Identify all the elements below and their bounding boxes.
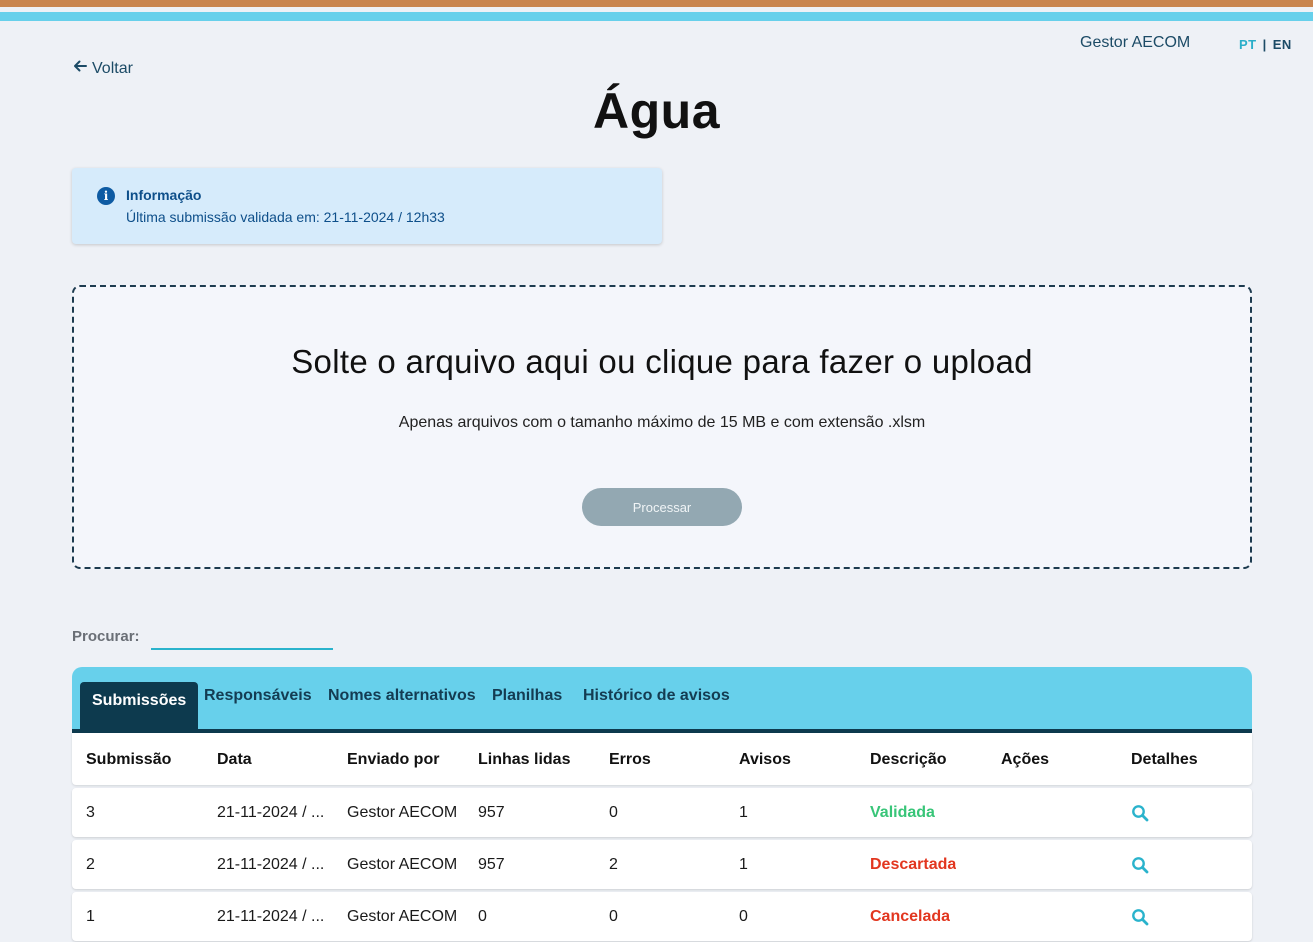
table-row[interactable]: 1 21-11-2024 / ... Gestor AECOM 0 0 0 Ca… <box>72 892 1252 941</box>
cell-date: 21-11-2024 / ... <box>217 804 325 821</box>
cell-date: 21-11-2024 / ... <box>217 856 325 873</box>
user-name[interactable]: Gestor AECOM <box>1080 34 1190 52</box>
search-icon[interactable] <box>1131 804 1149 822</box>
upload-subtitle: Apenas arquivos com o tamanho máximo de … <box>398 414 926 431</box>
cell-sent-by: Gestor AECOM <box>347 856 458 873</box>
tabs-bar: Submissões Responsáveis Nomes alternativ… <box>72 667 1252 733</box>
cell-lines: 0 <box>478 908 487 925</box>
cell-date: 21-11-2024 / ... <box>217 908 325 925</box>
cell-lines: 957 <box>478 804 505 821</box>
lang-separator: | <box>1262 37 1267 52</box>
cell-warnings: 1 <box>739 856 748 873</box>
search-label: Procurar: <box>72 628 140 645</box>
cell-description: Validada <box>870 804 935 821</box>
process-button[interactable]: Processar <box>582 488 742 526</box>
search-icon[interactable] <box>1131 856 1149 874</box>
table-row[interactable]: 3 21-11-2024 / ... Gestor AECOM 957 0 1 … <box>72 788 1252 837</box>
cell-description: Cancelada <box>870 908 951 925</box>
info-title: Informação <box>126 187 202 203</box>
tab-historico-avisos[interactable]: Histórico de avisos <box>583 687 730 705</box>
top-stripe-orange <box>0 0 1313 7</box>
col-header-erros: Erros <box>609 751 651 768</box>
tab-planilhas[interactable]: Planilhas <box>492 687 562 705</box>
table-row[interactable]: 2 21-11-2024 / ... Gestor AECOM 957 2 1 … <box>72 840 1252 889</box>
cell-errors: 0 <box>609 908 618 925</box>
table-header: Submissão Data Enviado por Linhas lidas … <box>72 733 1252 785</box>
col-header-descricao: Descrição <box>870 751 947 768</box>
cell-warnings: 1 <box>739 804 748 821</box>
info-icon: i <box>97 187 115 205</box>
upload-title: Solte o arquivo aqui ou clique para faze… <box>291 343 1033 380</box>
col-header-linhas-lidas: Linhas lidas <box>478 751 571 768</box>
lang-en-link[interactable]: EN <box>1273 37 1292 52</box>
col-header-enviado-por: Enviado por <box>347 751 440 768</box>
submissions-table: Submissão Data Enviado por Linhas lidas … <box>72 733 1252 941</box>
cell-submission: 2 <box>86 856 95 873</box>
cell-lines: 957 <box>478 856 505 873</box>
tab-responsaveis[interactable]: Responsáveis <box>204 687 312 705</box>
col-header-acoes: Ações <box>1001 751 1050 768</box>
lang-pt-link[interactable]: PT <box>1239 37 1257 52</box>
back-link[interactable]: Voltar <box>72 58 133 79</box>
col-header-avisos: Avisos <box>739 751 791 768</box>
page-title: Água <box>593 83 720 139</box>
cell-submission: 3 <box>86 804 95 821</box>
search-icon[interactable] <box>1131 908 1149 926</box>
cell-submission: 1 <box>86 908 95 925</box>
arrow-left-icon <box>72 58 88 79</box>
cell-description: Descartada <box>870 856 957 873</box>
tab-submissoes[interactable]: Submissões <box>80 682 199 729</box>
language-switcher: PT | EN <box>1239 37 1292 52</box>
tab-nomes-alternativos[interactable]: Nomes alternativos <box>328 687 476 705</box>
cell-errors: 2 <box>609 856 618 873</box>
info-text: Última submissão validada em: 21-11-2024… <box>126 209 445 225</box>
col-header-submissao: Submissão <box>86 751 172 768</box>
upload-dropzone[interactable]: Solte o arquivo aqui ou clique para faze… <box>72 285 1252 569</box>
cell-sent-by: Gestor AECOM <box>347 804 458 821</box>
back-label: Voltar <box>92 59 133 77</box>
col-header-data: Data <box>217 751 252 768</box>
info-banner: i Informação Última submissão validada e… <box>72 168 662 244</box>
search-input[interactable] <box>151 626 333 650</box>
cell-errors: 0 <box>609 804 618 821</box>
cell-sent-by: Gestor AECOM <box>347 908 458 925</box>
cell-warnings: 0 <box>739 908 748 925</box>
col-header-detalhes: Detalhes <box>1131 751 1198 768</box>
top-stripe-cyan <box>0 12 1313 21</box>
